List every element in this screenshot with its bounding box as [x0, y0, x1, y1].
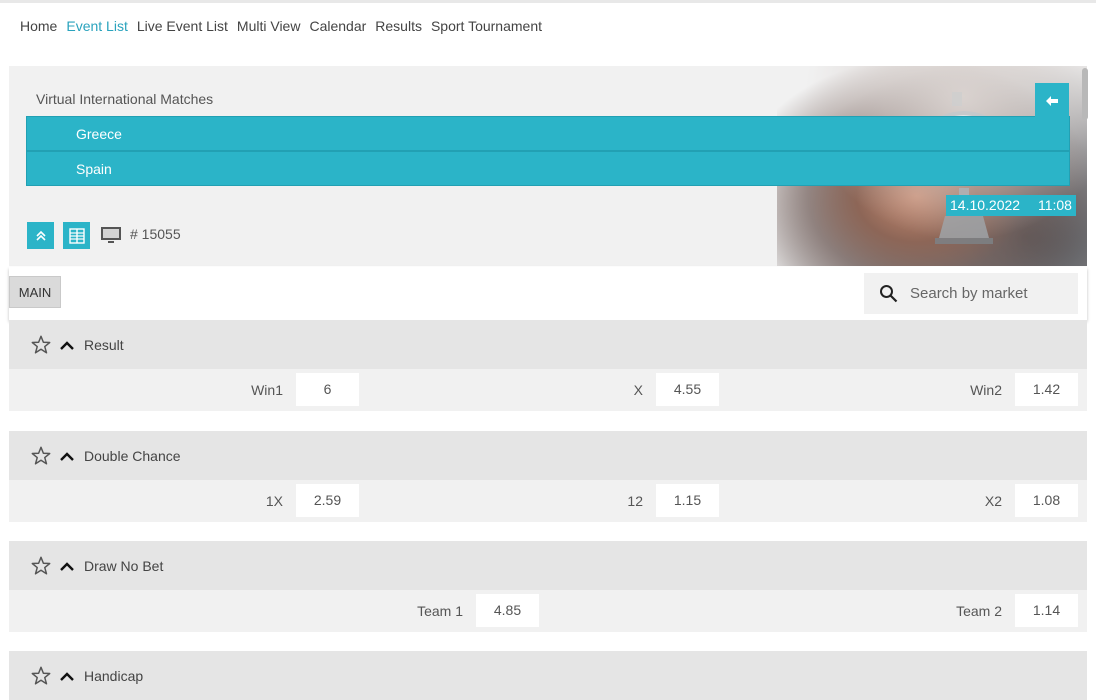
- chevron-up-icon[interactable]: [59, 560, 75, 572]
- outcome-label: Win1: [251, 382, 283, 398]
- event-id: # 15055: [130, 226, 181, 242]
- market-toolbar: MAIN: [9, 267, 1087, 320]
- tab-main[interactable]: MAIN: [9, 276, 61, 308]
- market-title: Draw No Bet: [84, 557, 164, 574]
- nav-multi-view[interactable]: Multi View: [237, 18, 301, 34]
- search-icon: [880, 285, 898, 303]
- event-datetime: 14.10.2022 11:08: [946, 195, 1076, 216]
- odd-button[interactable]: 4.85: [476, 594, 539, 627]
- outcome-label: 12: [627, 493, 643, 509]
- star-icon[interactable]: [30, 555, 52, 577]
- market-header[interactable]: Draw No Bet: [9, 541, 1087, 590]
- back-button[interactable]: [1035, 83, 1069, 117]
- nav-sport-tournament[interactable]: Sport Tournament: [431, 18, 542, 34]
- chevron-up-icon[interactable]: [59, 450, 75, 462]
- double-chevron-up-icon: [35, 230, 46, 241]
- tv-icon[interactable]: [100, 226, 122, 244]
- odd-button[interactable]: 2.59: [296, 484, 359, 517]
- market-outcomes: Win1 6 X 4.55 Win2 1.42: [9, 369, 1087, 411]
- market-search: [864, 273, 1078, 314]
- market-header[interactable]: Handicap: [9, 651, 1087, 700]
- market-outcomes: Team 1 4.85 Team 2 1.14: [9, 590, 1087, 632]
- market-header[interactable]: Double Chance: [9, 431, 1087, 480]
- top-border: [0, 0, 1096, 3]
- market-title: Handicap: [84, 667, 144, 684]
- market-header[interactable]: Result: [9, 320, 1087, 369]
- competition-name: Virtual International Matches: [36, 91, 214, 107]
- market-title: Double Chance: [84, 447, 181, 464]
- odd-button[interactable]: 1.42: [1015, 373, 1078, 406]
- team-away: Spain: [26, 151, 1070, 186]
- star-icon[interactable]: [30, 445, 52, 467]
- grid-view-icon: [68, 227, 85, 244]
- market-double-chance: Double Chance 1X 2.59 12 1.15 X2 1.08: [9, 431, 1087, 522]
- chevron-up-icon[interactable]: [59, 670, 75, 682]
- outcome-label: X: [633, 382, 643, 398]
- grid-view-button[interactable]: [63, 222, 90, 249]
- outcome-label: 1X: [265, 493, 283, 509]
- back-arrow-icon: [1046, 96, 1058, 107]
- outcome-label: Team 1: [417, 603, 463, 619]
- market-draw-no-bet: Draw No Bet Team 1 4.85 Team 2 1.14: [9, 541, 1087, 632]
- event-header: Virtual International Matches Greece Spa…: [9, 66, 1087, 266]
- nav-live-event-list[interactable]: Live Event List: [137, 18, 228, 34]
- main-nav: Home Event List Live Event List Multi Vi…: [20, 18, 551, 34]
- star-icon[interactable]: [30, 665, 52, 687]
- odd-button[interactable]: 1.14: [1015, 594, 1078, 627]
- odd-button[interactable]: 1.15: [656, 484, 719, 517]
- market-handicap: Handicap: [9, 651, 1087, 700]
- event-time: 11:08: [1037, 197, 1072, 213]
- scrollbar-thumb[interactable]: [1082, 68, 1088, 120]
- nav-home[interactable]: Home: [20, 18, 57, 34]
- outcome-label: X2: [984, 493, 1002, 509]
- market-title: Result: [84, 336, 124, 353]
- odd-button[interactable]: 1.08: [1015, 484, 1078, 517]
- search-input[interactable]: [910, 285, 1070, 302]
- nav-calendar[interactable]: Calendar: [309, 18, 366, 34]
- outcome-label: Team 2: [956, 603, 1002, 619]
- market-outcomes: 1X 2.59 12 1.15 X2 1.08: [9, 480, 1087, 522]
- collapse-all-button[interactable]: [27, 222, 54, 249]
- team-home: Greece: [26, 116, 1070, 151]
- nav-results[interactable]: Results: [375, 18, 422, 34]
- nav-event-list[interactable]: Event List: [66, 18, 127, 34]
- chevron-up-icon[interactable]: [59, 339, 75, 351]
- market-result: Result Win1 6 X 4.55 Win2 1.42: [9, 320, 1087, 411]
- outcome-label: Win2: [970, 382, 1002, 398]
- star-icon[interactable]: [30, 334, 52, 356]
- event-date: 14.10.2022: [950, 197, 1021, 213]
- odd-button[interactable]: 6: [296, 373, 359, 406]
- odd-button[interactable]: 4.55: [656, 373, 719, 406]
